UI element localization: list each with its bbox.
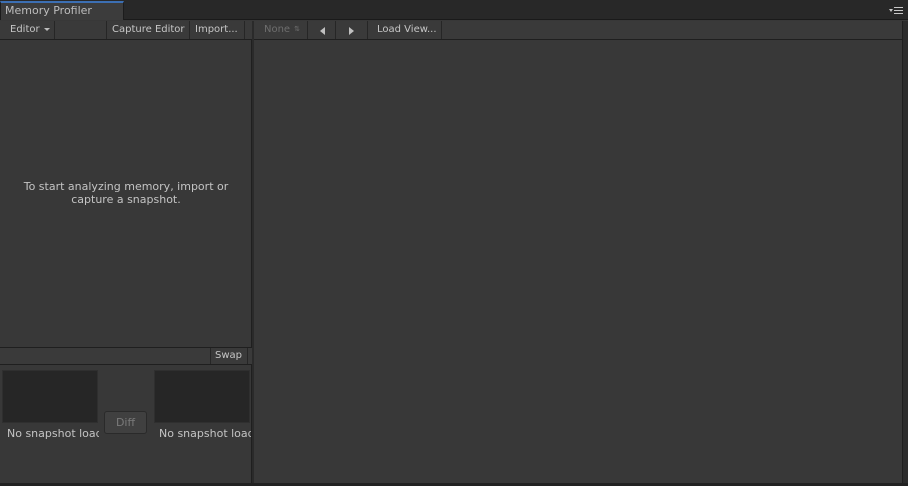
arrow-right-icon [349,27,354,35]
snapshot-thumbnail [2,370,98,423]
memory-profiler-window: Memory Profiler Editor Capture Editor Im… [0,0,908,486]
tab-strip: Memory Profiler [0,0,908,20]
arrow-left-icon [320,27,325,35]
window-right-edge [902,21,908,486]
capture-editor-button[interactable]: Capture Editor [107,21,190,39]
toolbar-spacer [55,21,107,39]
analysis-view [254,40,902,486]
snapshot-slot-a[interactable]: No snapshot loaded [2,370,99,440]
snapshot-slot-b[interactable]: No snapshot loaded [154,370,251,440]
load-view-button[interactable]: Load View... [368,21,442,39]
import-label: Import... [195,24,238,35]
target-dropdown[interactable]: Editor [0,21,55,39]
diff-label: Diff [115,416,136,429]
chevron-down-icon [43,27,50,31]
empty-message-line2: capture a snapshot. [71,193,181,206]
snapshot-panel: To start analyzing memory, import or cap… [0,40,252,486]
empty-state-message: To start analyzing memory, import or cap… [0,180,252,206]
view-select-label: None [264,24,291,35]
capture-label: Capture Editor [112,24,185,35]
snapshot-slot-label: No snapshot loaded [7,427,99,440]
tab-memory-profiler[interactable]: Memory Profiler [0,1,124,20]
diff-button[interactable]: Diff [104,411,147,434]
import-button[interactable]: Import... [190,21,245,39]
empty-message-line1: To start analyzing memory, import or [23,180,229,193]
snapshot-thumbnail [154,370,250,423]
swap-button[interactable]: Swap [210,348,248,364]
target-label: Editor [10,24,40,35]
updown-arrows-icon: ⇅ [294,25,300,33]
menu-lines-icon[interactable] [889,6,903,16]
tab-title: Memory Profiler [5,4,92,17]
swap-bar: Swap [0,347,252,365]
view-select[interactable]: None ⇅ [256,21,308,39]
load-view-label: Load View... [377,24,437,35]
toolbar: Editor Capture Editor Import... None ⇅ Lo… [0,21,908,40]
swap-label: Swap [215,350,243,361]
snapshot-slot-label: No snapshot loaded [159,427,251,440]
